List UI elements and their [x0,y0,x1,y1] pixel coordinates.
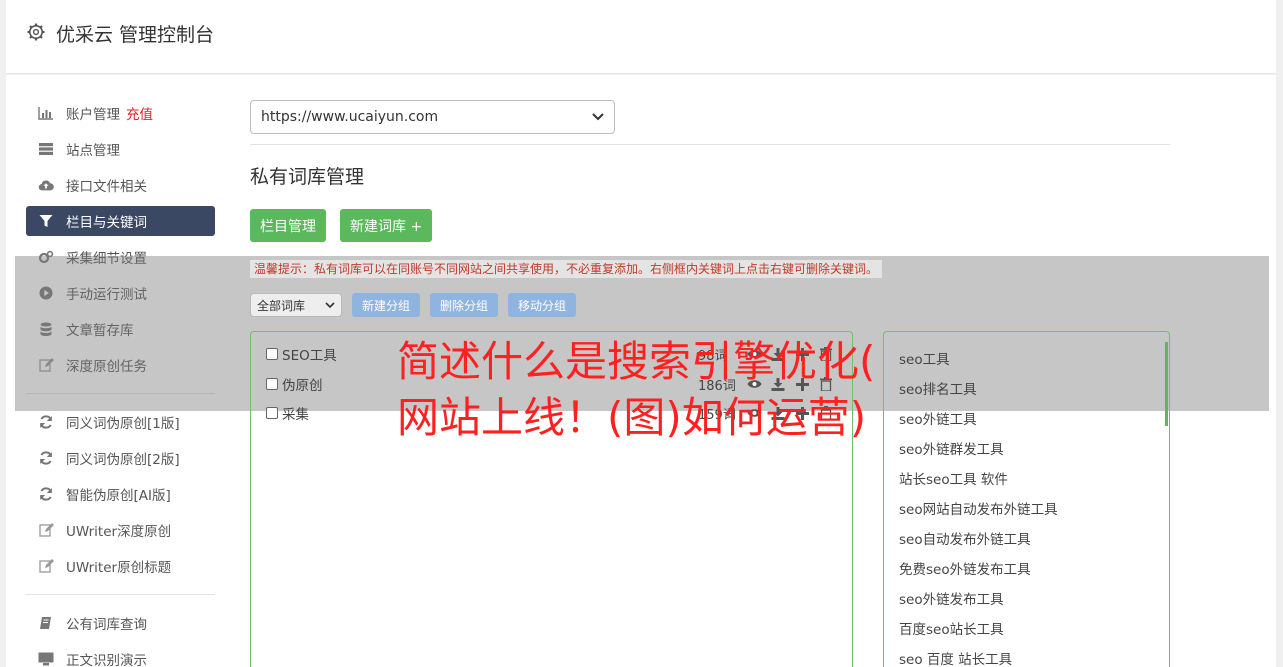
recharge-link[interactable]: 充值 [126,103,153,123]
refresh-icon [38,486,54,502]
keyword-item[interactable]: seo工具 [899,348,950,368]
sidebar-item-label: UWriter原创标题 [66,560,172,576]
cloud-upload-icon [38,177,54,193]
sidebar-item-label: 接口文件相关 [66,179,147,195]
sidebar-item-uwriter-deep[interactable]: UWriter深度原创 [26,512,215,548]
keyword-item[interactable]: seo网站自动发布外链工具 [899,498,1058,518]
library-checkbox[interactable] [266,348,278,360]
keyword-item[interactable]: 百度seo站长工具 [899,618,1004,638]
library-group-select[interactable]: 全部词库 [250,293,342,317]
site-select-value: https://www.ucaiyun.com [261,109,439,125]
keyword-item[interactable]: seo 百度 站长工具 [899,648,1012,667]
sidebar-item-text-recognition[interactable]: 正文识别演示 [26,641,215,667]
new-group-button[interactable]: 新建分组 [352,293,421,317]
filter-icon [38,213,54,229]
keyword-item[interactable]: seo自动发布外链工具 [899,528,1031,548]
column-manage-button[interactable]: 栏目管理 [250,209,326,242]
overlay-headline-line: 网站上线！(图)如何运营) [397,393,867,442]
sidebar-item-sites[interactable]: 站点管理 [26,131,215,167]
library-name: 伪原创 [282,378,323,394]
sidebar-item-label: 栏目与关键词 [66,215,147,231]
group-select-value: 全部词库 [257,298,306,313]
edit-icon [38,522,54,538]
library-name: 采集 [282,407,309,423]
tip-text: 温馨提示：私有词库可以在同账号不同网站之间共享使用，不必重复添加。右侧框内关键词… [250,260,883,278]
keyword-item[interactable]: 站长seo工具 软件 [899,468,1008,488]
sidebar-item-public-lib[interactable]: 公有词库查询 [26,605,215,641]
sidebar-item-label: 智能伪原创[AI版] [66,488,171,504]
sidebar-item-label: 正文识别演示 [66,653,147,667]
sidebar-item-columns-keywords[interactable]: 栏目与关键词 [26,206,215,236]
refresh-icon [38,450,54,466]
app-header: 优采云 管理控制台 [6,0,1276,74]
divider [250,144,1170,145]
edit-icon [38,558,54,574]
action-buttons: 栏目管理 新建词库 + [250,209,1170,242]
chevron-down-icon [325,298,335,312]
overlay-headline-line: 简述什么是搜索引擎优化( [397,337,876,386]
keyword-list: seo工具 seo排名工具 seo外链工具 seo外链群发工具 站长seo工具 … [883,331,1170,667]
keyword-item[interactable]: seo排名工具 [899,378,977,398]
book-icon [38,615,54,631]
sidebar-item-label: UWriter深度原创 [66,524,172,540]
overlay-headline: 简述什么是搜索引擎优化( 网站上线！(图)如何运营) [397,334,875,446]
sidebar-item-label: 站点管理 [66,143,120,159]
server-icon [38,141,54,157]
sidebar-item-label: 同义词伪原创[1版] [66,416,180,432]
page-title: 私有词库管理 [250,166,365,188]
refresh-icon [38,414,54,430]
new-library-button[interactable]: 新建词库 + [340,209,433,242]
sidebar-item-synonym-v2[interactable]: 同义词伪原创[2版] [26,440,215,476]
chevron-down-icon [592,109,604,125]
gear-icon [26,22,46,42]
keyword-item[interactable]: seo外链群发工具 [899,438,1004,458]
sidebar-item-label: 同义词伪原创[2版] [66,452,180,468]
library-name: SEO工具 [282,348,337,364]
keyword-item[interactable]: seo外链工具 [899,408,977,428]
sidebar-divider [26,594,215,595]
sidebar-item-uwriter-title[interactable]: UWriter原创标题 [26,548,215,584]
keyword-item[interactable]: 免费seo外链发布工具 [899,558,1031,578]
bar-chart-icon [38,105,54,121]
scrollbar[interactable] [1165,342,1168,426]
sidebar-item-label: 公有词库查询 [66,617,147,633]
sidebar-item-interface-files[interactable]: 接口文件相关 [26,167,215,203]
sidebar-item-ai-rewrite[interactable]: 智能伪原创[AI版] [26,476,215,512]
move-group-button[interactable]: 移动分组 [508,293,577,317]
library-checkbox[interactable] [266,407,278,419]
library-checkbox[interactable] [266,378,278,390]
sidebar-item-account[interactable]: 账户管理 充值 [26,95,215,131]
sidebar-item-label: 账户管理 [66,107,120,123]
keyword-item[interactable]: seo外链发布工具 [899,588,1004,608]
group-toolbar: 全部词库 新建分组 删除分组 移动分组 [250,293,577,317]
monitor-icon [38,651,54,667]
main-area: https://www.ucaiyun.com 私有词库管理 栏目管理 新建词库… [250,100,1170,242]
site-select[interactable]: https://www.ucaiyun.com [250,100,615,134]
delete-group-button[interactable]: 删除分组 [430,293,499,317]
app-title: 优采云 管理控制台 [56,24,215,46]
